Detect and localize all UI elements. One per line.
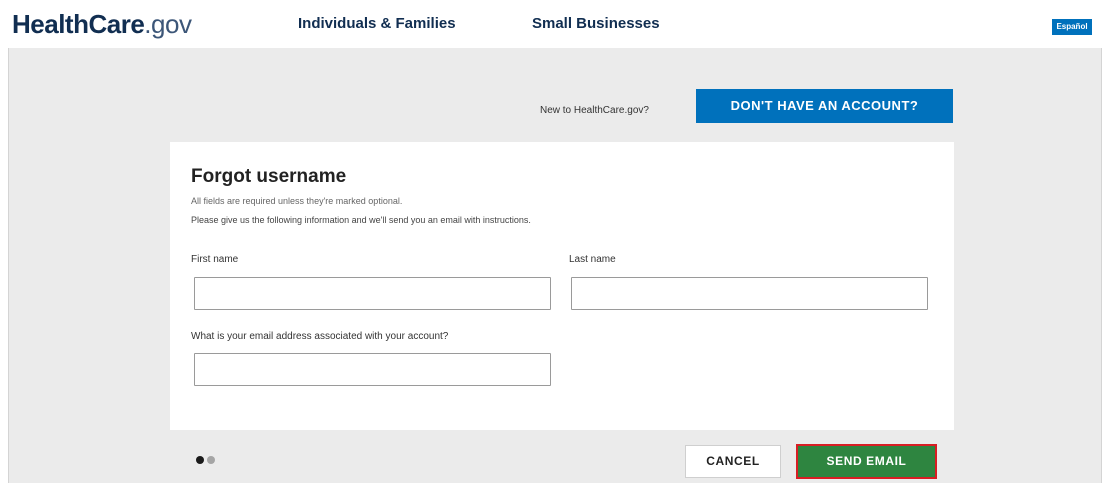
last-name-label: Last name (569, 254, 616, 265)
email-field[interactable] (194, 353, 551, 386)
language-toggle-button[interactable]: Español (1052, 19, 1092, 35)
site-header: HealthCare.gov Individuals & Families Sm… (0, 0, 1115, 48)
form-title: Forgot username (191, 166, 347, 187)
healthcare-gov-logo[interactable]: HealthCare.gov (12, 9, 192, 40)
required-fields-note: All fields are required unless they're m… (191, 196, 403, 206)
last-name-field[interactable] (571, 277, 928, 310)
new-user-prompt: New to HealthCare.gov? (540, 105, 649, 116)
step-indicator-inactive (207, 456, 215, 464)
nav-individuals-families[interactable]: Individuals & Families (298, 15, 456, 32)
first-name-field[interactable] (194, 277, 551, 310)
logo-health-text: Health (12, 9, 89, 39)
step-indicator-active (196, 456, 204, 464)
cancel-button[interactable]: CANCEL (685, 445, 781, 478)
forgot-username-form: Forgot username All fields are required … (170, 142, 954, 430)
logo-gov-text: .gov (144, 9, 192, 39)
form-instructions: Please give us the following information… (191, 215, 531, 225)
send-email-button[interactable]: SEND EMAIL (796, 444, 937, 479)
email-label: What is your email address associated wi… (191, 331, 449, 342)
form-footer: CANCEL SEND EMAIL (170, 430, 954, 480)
nav-small-businesses[interactable]: Small Businesses (532, 15, 660, 32)
main-content-area: New to HealthCare.gov? DON'T HAVE AN ACC… (8, 48, 1102, 483)
first-name-label: First name (191, 254, 239, 265)
logo-care-text: Care (88, 9, 145, 39)
create-account-button[interactable]: DON'T HAVE AN ACCOUNT? (696, 89, 953, 123)
